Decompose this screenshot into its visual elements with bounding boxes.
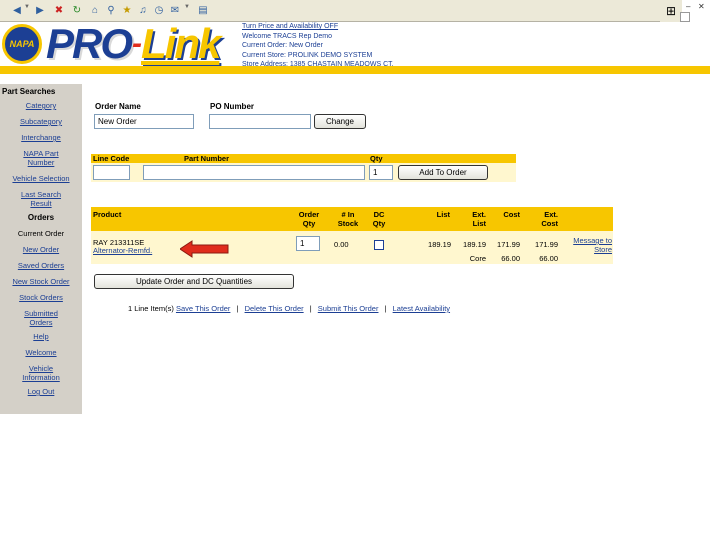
product-description-link[interactable]: Alternator-Remfd. [93,246,152,255]
core-label: Core [469,254,486,263]
separator: | [309,304,312,313]
sidebar-item-vehicle-selection[interactable]: Vehicle Selection [0,174,82,183]
mail-icon[interactable]: ✉ [168,4,182,17]
close-icon[interactable]: ✕ [698,2,705,11]
media-icon[interactable]: ♫ [136,4,150,17]
home-icon[interactable]: ⌂ [88,4,102,17]
forward-icon[interactable]: ▶ [33,4,47,17]
separator: | [236,304,239,313]
col-ext-list: Ext. List [472,210,486,228]
account-info: Turn Price and Availability OFF Welcome … [242,22,394,70]
qty-input[interactable] [369,165,393,180]
order-name-input[interactable] [94,114,194,129]
sidebar: Part Searches Category Subcategory Inter… [0,84,82,414]
ext-list-value: 189.19 [463,240,486,249]
col-cost: Cost [503,210,520,219]
brand-link: Link [141,20,221,67]
col-dc-qty: DC Qty [372,210,386,228]
sidebar-item-new-stock-order[interactable]: New Stock Order [0,277,82,286]
save-order-link[interactable]: Save This Order [176,304,230,313]
sidebar-item-subcategory[interactable]: Subcategory [0,117,82,126]
col-order-qty: Order Qty [298,210,320,228]
add-part-header-band [91,154,516,163]
prolink-logo: PRO - Link [46,20,221,67]
part-number-input[interactable] [143,165,365,180]
history-icon[interactable]: ◷ [152,4,166,17]
orders-title: Orders [27,213,55,222]
browser-toolbar: ◀ ▼ ▶ ✖ ↻ ⌂ ⚲ ★ ♫ ◷ ✉ ▼ ▤ [0,0,660,22]
current-order-text: Current Order: New Order [242,42,323,49]
back-icon[interactable]: ◀ [10,4,24,17]
sidebar-item-welcome[interactable]: Welcome [0,348,82,357]
core-cost-value: 66.00 [501,254,520,263]
sidebar-item-submitted-orders[interactable]: Submitted Orders [0,309,82,327]
current-store-text: Current Store: PROLINK DEMO SYSTEM [242,51,373,59]
col-list: List [436,210,450,219]
add-to-order-button[interactable]: Add To Order [398,165,488,180]
line-item-count: 1 Line Item(s) [128,304,174,313]
sidebar-item-vehicle-information[interactable]: Vehicle Information [0,364,82,382]
ext-cost-value: 171.99 [535,240,558,249]
brand-dash: - [132,27,142,60]
windows-logo-icon: ⊞ [660,0,682,22]
dc-qty-checkbox[interactable] [374,240,384,250]
favorites-icon[interactable]: ★ [120,4,134,17]
minimize-icon[interactable]: – [686,2,690,11]
napa-logo: NAPA [2,24,42,64]
core-ext-cost-value: 66.00 [539,254,558,263]
scrollbar-button[interactable] [680,12,690,22]
search-icon[interactable]: ⚲ [104,4,118,17]
submit-order-link[interactable]: Submit This Order [318,304,379,313]
welcome-text: Welcome TRACS Rep Demo [242,32,332,40]
sidebar-item-stock-orders[interactable]: Stock Orders [0,293,82,302]
brand-pro: PRO [46,20,133,67]
order-qty-input[interactable] [296,236,320,251]
chevron-down-icon[interactable]: ▼ [184,4,190,10]
sidebar-item-new-order[interactable]: New Order [0,245,82,254]
col-in-stock: # In Stock [337,210,359,228]
sidebar-item-current-order: Current Order [17,229,65,238]
update-order-button[interactable]: Update Order and DC Quantities [94,274,294,289]
latest-availability-link[interactable]: Latest Availability [393,304,450,313]
delete-order-link[interactable]: Delete This Order [245,304,304,313]
sidebar-item-help[interactable]: Help [0,332,82,341]
refresh-icon[interactable]: ↻ [70,4,84,17]
po-number-input[interactable] [209,114,311,129]
stop-icon[interactable]: ✖ [52,4,66,17]
list-value: 189.19 [428,240,451,249]
sidebar-item-category[interactable]: Category [0,101,82,110]
header-banner: NAPA PRO - Link Turn Price and Availabil… [0,20,710,72]
sidebar-item-log-out[interactable]: Log Out [0,387,82,396]
in-stock-value: 0.00 [334,240,349,249]
sidebar-item-saved-orders[interactable]: Saved Orders [0,261,82,270]
po-number-label: PO Number [210,102,255,111]
separator: | [384,304,387,313]
order-actions: 1 Line Item(s) Save This Order | Delete … [128,304,450,313]
print-icon[interactable]: ▤ [196,4,210,17]
order-name-label: Order Name [95,102,141,111]
chevron-down-icon[interactable]: ▼ [24,4,30,10]
sidebar-item-napa-part-number[interactable]: NAPA Part Number [0,149,82,167]
change-button[interactable]: Change [314,114,366,129]
banner-divider [0,66,710,74]
price-availability-toggle-link[interactable]: Turn Price and Availability OFF [242,22,394,32]
line-code-input[interactable] [93,165,130,180]
cost-value: 171.99 [497,240,520,249]
part-searches-title: Part Searches [2,87,56,96]
col-ext-cost: Ext. Cost [541,210,558,228]
sidebar-item-last-search-result[interactable]: Last Search Result [0,190,82,208]
sidebar-item-interchange[interactable]: Interchange [0,133,82,142]
red-arrow-icon [180,240,229,258]
col-product: Product [93,210,122,219]
message-to-store-link[interactable]: Message to Store [562,236,612,254]
